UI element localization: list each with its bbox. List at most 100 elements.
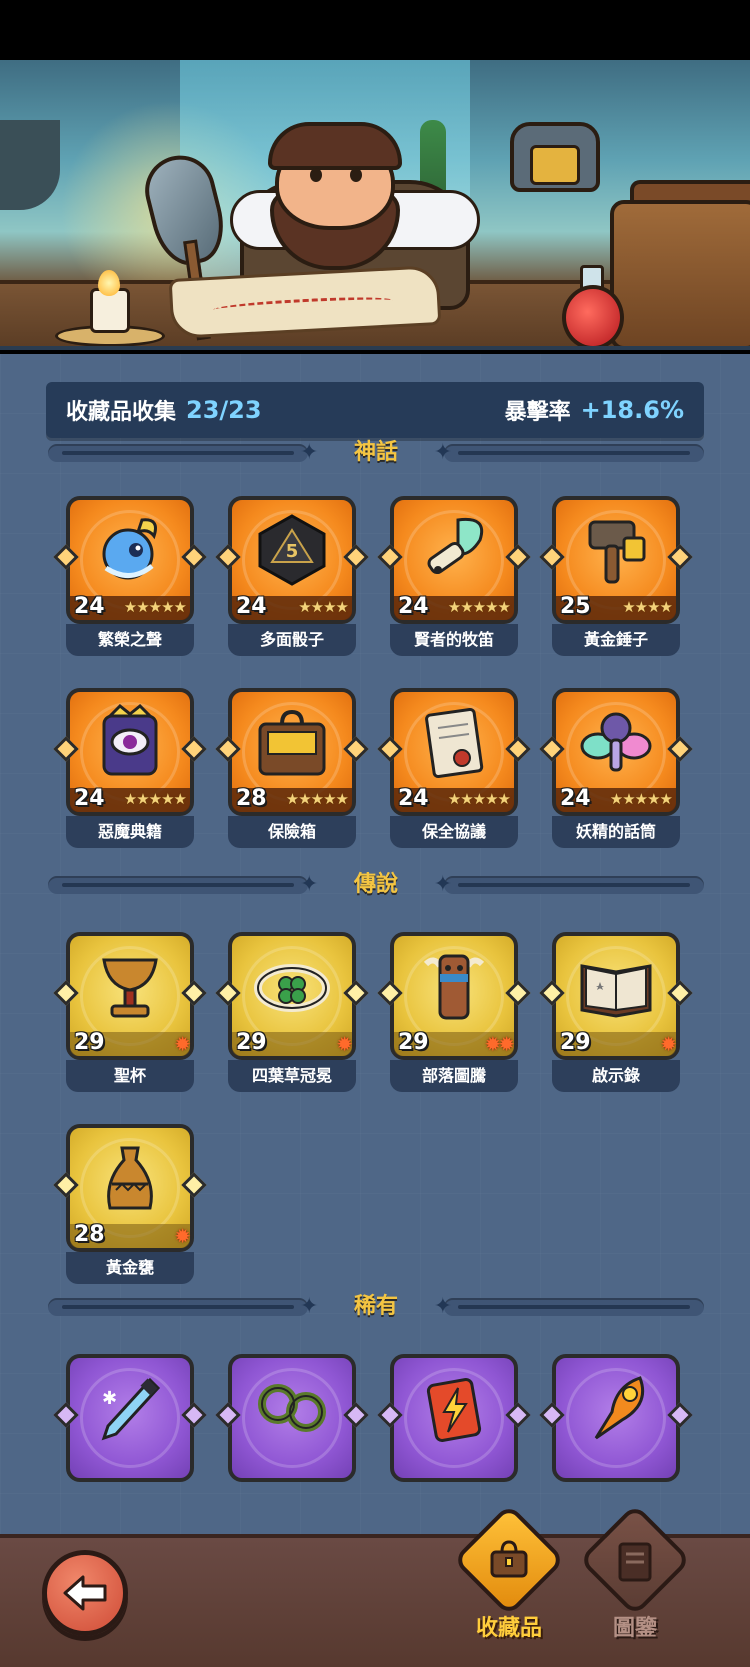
ice-dagger-icon: ✱ [90,1368,170,1448]
collectible-card[interactable]: ✱ [53,1354,207,1520]
item-shards: ✹ [660,1032,677,1056]
item-name: 妖精的話筒 [552,816,680,848]
item-stars: ★★★★★ [123,598,187,616]
open-book-icon [576,946,656,1026]
book-icon [618,1542,652,1582]
gold-chest-icon [252,702,332,782]
collectible-card[interactable]: 29 ✹ 四葉草冠冕 [215,932,369,1098]
item-stars: ★★★★★ [447,598,511,616]
collectible-card[interactable]: 25 ★★★★ 黃金錘子 [539,496,693,662]
hammer-icon [576,510,656,590]
item-name: 部落圖騰 [390,1060,518,1092]
item-stars: ★★★★ [298,598,349,616]
section-header-rare: ✦ ✦ 稀有 [48,1290,704,1324]
collection-label: 收藏品收集 [66,400,177,425]
collectible-card[interactable]: 24 ★★★★★ 保全協議 [377,688,531,854]
collectible-card[interactable] [539,1354,693,1520]
totem-icon [414,946,494,1026]
item-level: 24 [74,786,105,811]
grail-icon [90,946,170,1026]
red-potion-icon [562,285,624,346]
item-stars: ★★★★★ [609,790,673,808]
item-level: 28 [236,786,267,811]
item-level: 24 [74,594,105,619]
collectible-card[interactable] [377,1354,531,1520]
fairy-microphone-icon [576,702,656,782]
item-level: 24 [398,786,429,811]
item-shards: ✹ [174,1224,191,1248]
item-level: 28 [74,1222,105,1247]
collectible-card[interactable]: 24 ★★★★★ 賢者的牧笛 [377,496,531,662]
collectible-card[interactable]: 28 ✹ 黃金甕 [53,1124,207,1290]
section-header-legendary: ✦ ✦ 傳說 [48,868,704,902]
tab-codex[interactable]: 圖鑒 [578,1503,692,1650]
collectible-card[interactable]: 29 ✹ 聖杯 [53,932,207,1098]
item-level: 24 [398,594,429,619]
item-name: 保全協議 [390,816,518,848]
item-level: 29 [560,1030,591,1055]
status-bar [0,0,750,60]
svg-text:✱: ✱ [102,1388,117,1409]
clover-crown-icon [252,946,332,1026]
collectible-card[interactable]: 5 24 ★★★★ 多面骰子 [215,496,369,662]
back-button[interactable] [42,1550,128,1636]
demon-eye-book-icon [90,702,170,782]
phoenix-feather-icon [576,1368,656,1448]
lightning-card-icon [414,1368,494,1448]
item-name: 聖杯 [66,1060,194,1092]
section-title: 神話 [353,440,398,465]
tab-collection-label: 收藏品 [475,1616,542,1641]
collection-icon [490,1540,528,1578]
collectible-card[interactable]: 29 ✹✹ 部落圖騰 [377,932,531,1098]
section-header-mythic: ✦ ✦ 神話 [48,436,704,470]
chest-icon [610,200,750,346]
d20-dice-icon: 5 [252,510,332,590]
crit-rate-value: +18.6% [580,396,684,424]
item-name: 保險箱 [228,816,356,848]
collection-panel[interactable]: 收藏品收集 23/23 暴擊率 +18.6% ✦ ✦ 神話 24 ★★★★★ 繁榮… [0,354,750,1534]
collectible-card[interactable] [215,1354,369,1520]
sealed-scroll-icon [414,702,494,782]
crit-rate-label: 暴擊率 [504,400,571,425]
item-name: 黃金甕 [66,1252,194,1284]
thorn-vine-icon [252,1368,332,1448]
item-stars: ★★★★★ [123,790,187,808]
item-name: 啟示錄 [552,1060,680,1092]
collection-summary-bar: 收藏品收集 23/23 暴擊率 +18.6% [46,382,704,438]
item-name: 四葉草冠冕 [228,1060,356,1092]
collectible-card[interactable]: 24 ★★★★★ 惡魔典籍 [53,688,207,854]
item-shards: ✹ [336,1032,353,1056]
item-level: 24 [560,786,591,811]
collectible-card[interactable]: 24 ★★★★★ 繁榮之聲 [53,496,207,662]
back-arrow-icon [63,1575,107,1611]
collectible-card[interactable]: 28 ★★★★★ 保險箱 [215,688,369,854]
bottom-nav: 收藏品 圖鑒 [0,1503,750,1667]
item-level: 29 [236,1030,267,1055]
item-name: 賢者的牧笛 [390,624,518,656]
item-level: 29 [398,1030,429,1055]
svg-text:5: 5 [286,541,299,562]
section-title: 稀有 [353,1294,398,1319]
feather-flute-icon [414,510,494,590]
item-level: 29 [74,1030,105,1055]
hero-illustration [0,60,750,350]
collectible-card[interactable]: 24 ★★★★★ 妖精的話筒 [539,688,693,854]
tab-codex-label: 圖鑒 [612,1616,657,1641]
item-level: 25 [560,594,591,619]
blue-spirit-icon [90,510,170,590]
tab-collection[interactable]: 收藏品 [452,1503,566,1650]
item-stars: ★★★★★ [447,790,511,808]
item-name: 多面骰子 [228,624,356,656]
item-name: 黃金錘子 [552,624,680,656]
item-level: 24 [236,594,267,619]
item-stars: ★★★★★ [285,790,349,808]
item-shards: ✹✹ [484,1032,514,1056]
item-shards: ✹ [174,1032,191,1056]
collectible-card[interactable]: 29 ✹ 啟示錄 [539,932,693,1098]
item-name: 惡魔典籍 [66,816,194,848]
section-title: 傳說 [353,872,398,897]
item-name: 繁榮之聲 [66,624,194,656]
item-stars: ★★★★ [622,598,673,616]
collection-count: 23/23 [186,396,262,424]
golden-urn-icon [90,1138,170,1218]
